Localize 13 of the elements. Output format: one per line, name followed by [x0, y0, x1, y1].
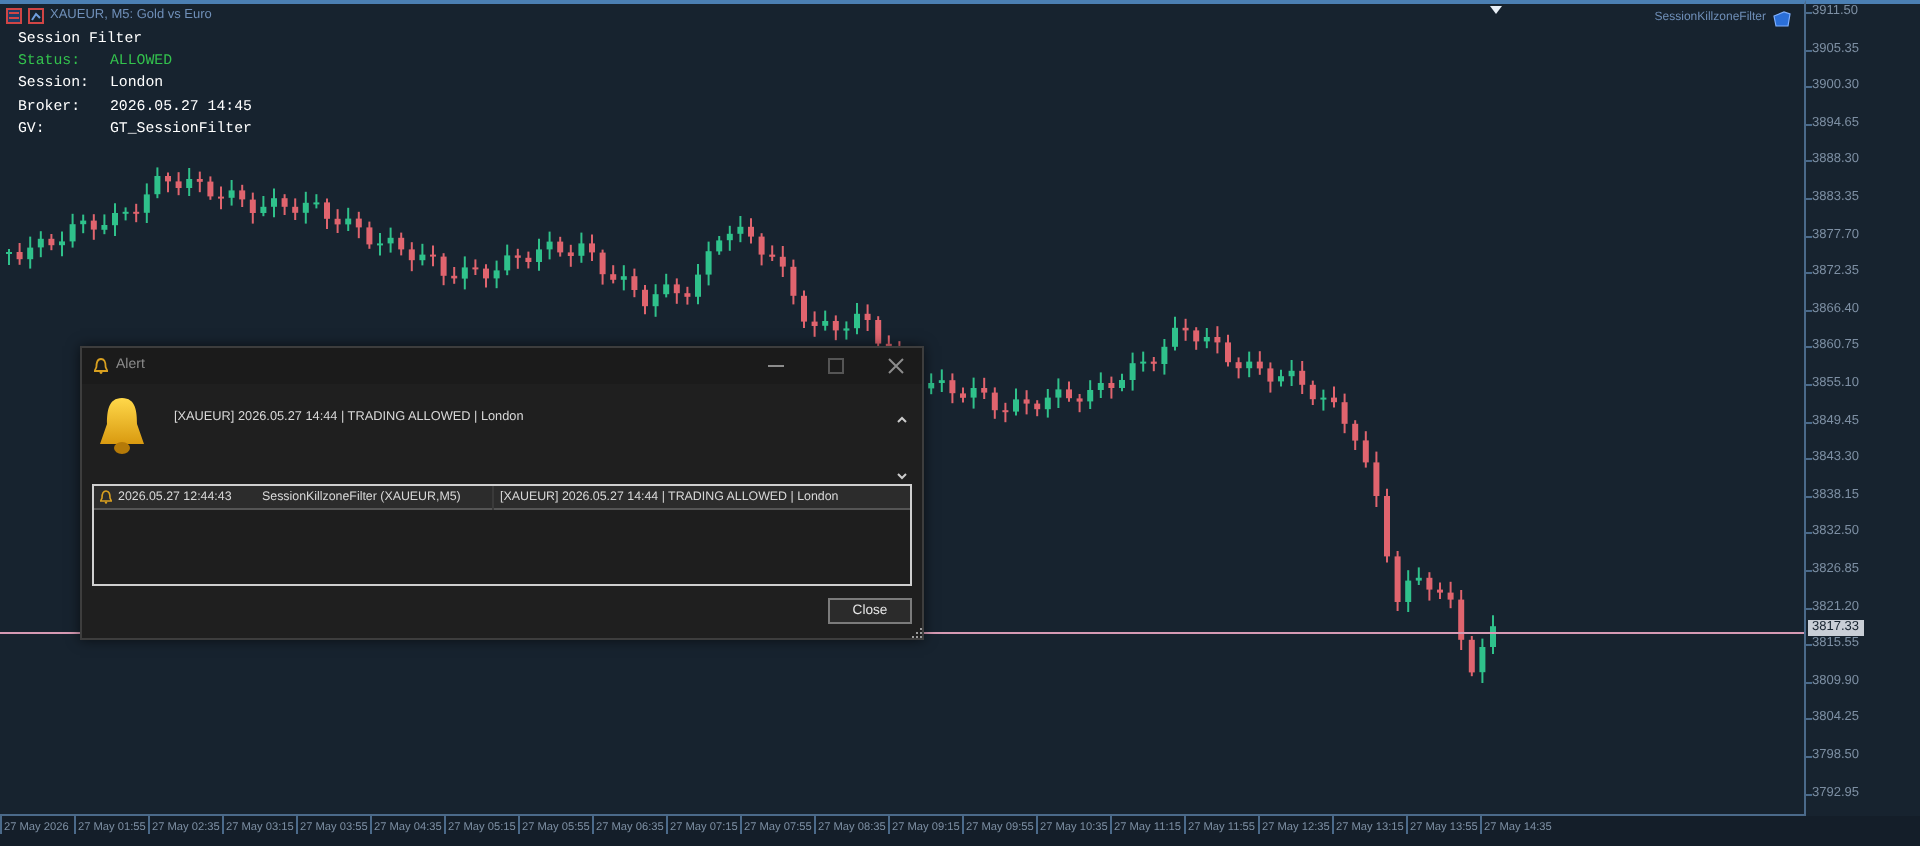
indicator-icon — [1772, 10, 1792, 28]
bell-icon — [94, 358, 108, 374]
bell-icon — [100, 489, 112, 504]
maximize-icon — [828, 358, 844, 374]
scroll-down-button[interactable] — [894, 468, 910, 484]
chevron-up-icon — [894, 412, 910, 428]
window-icon — [6, 7, 22, 24]
chart-icon — [28, 7, 44, 24]
scroll-up-button[interactable] — [894, 412, 910, 428]
chevron-down-icon — [894, 468, 910, 484]
triangle-icon — [1490, 6, 1502, 14]
close-icon — [888, 358, 904, 374]
bell-icon — [98, 396, 146, 456]
